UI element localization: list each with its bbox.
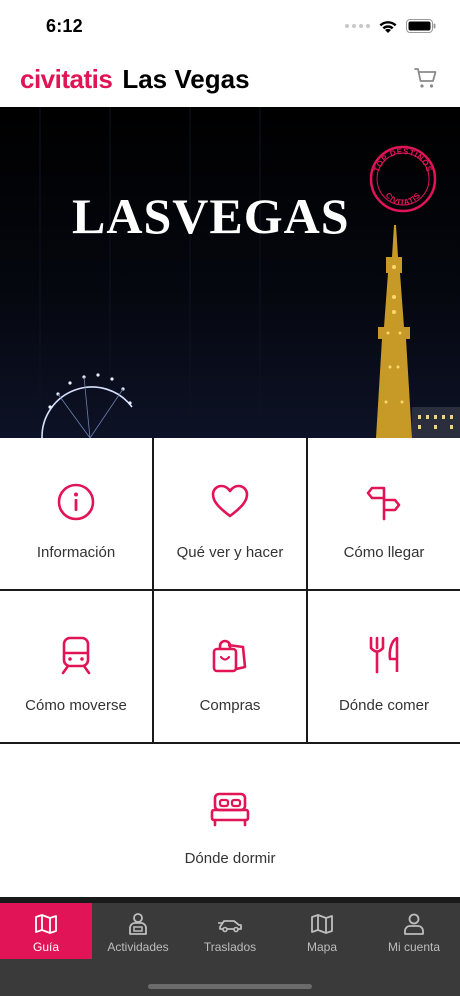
tile-label: Cómo moverse <box>25 697 127 714</box>
guide-menu-grid: Información Qué ver y hacer Cómo llegar <box>0 438 460 897</box>
tile-label: Cómo llegar <box>343 544 425 561</box>
nav-item-mi-cuenta[interactable]: Mi cuenta <box>368 903 460 959</box>
tile-label: Qué ver y hacer <box>176 544 284 561</box>
tile-label: Dónde dormir <box>184 850 276 867</box>
map-icon <box>311 914 333 934</box>
brand-logo[interactable]: civitatis <box>20 64 113 95</box>
svg-text:CIVITATIS: CIVITATIS <box>384 191 423 207</box>
heart-icon <box>210 482 250 522</box>
tile-como-moverse[interactable]: Cómo moverse <box>0 591 152 742</box>
svg-text:TOP DESTINOS: TOP DESTINOS <box>372 147 434 174</box>
wifi-icon <box>379 20 397 33</box>
app-header: civitatis Las Vegas <box>0 52 460 107</box>
tile-label: Información <box>36 544 116 561</box>
tile-donde-dormir[interactable]: Dónde dormir <box>0 744 460 897</box>
hero-banner: LASVEGAS TOP DESTINOS CIVITATIS <box>0 107 460 438</box>
activities-icon <box>129 913 147 935</box>
nav-label: Actividades <box>107 940 169 954</box>
status-icons <box>345 19 436 34</box>
user-icon <box>404 913 424 935</box>
info-icon <box>56 482 96 522</box>
train-icon <box>56 635 96 675</box>
nav-item-actividades[interactable]: Actividades <box>92 903 184 959</box>
nav-label: Mi cuenta <box>387 940 441 954</box>
home-indicator[interactable] <box>148 984 312 989</box>
shopping-bags-icon <box>210 635 250 675</box>
nav-label: Mapa <box>306 940 338 954</box>
tile-compras[interactable]: Compras <box>154 591 306 742</box>
nav-item-mapa[interactable]: Mapa <box>276 903 368 959</box>
nav-item-guia[interactable]: Guía <box>0 903 92 959</box>
status-time: 6:12 <box>46 15 83 36</box>
status-bar: 6:12 <box>0 0 460 52</box>
tile-label: Compras <box>199 697 261 714</box>
cart-icon[interactable] <box>414 66 438 90</box>
tile-informacion[interactable]: Información <box>0 438 152 589</box>
fork-knife-icon <box>364 635 404 675</box>
map-guide-icon <box>35 914 57 934</box>
tile-como-llegar[interactable]: Cómo llegar <box>308 438 460 589</box>
bottom-navigation: Guía Actividades Traslados Mapa Mi cuent… <box>0 903 460 996</box>
hero-title: LASVEGAS <box>72 188 350 244</box>
tile-donde-comer[interactable]: Dónde comer <box>308 591 460 742</box>
battery-icon <box>406 19 436 33</box>
nav-label: Traslados <box>203 940 257 954</box>
page-title: Las Vegas <box>122 64 250 94</box>
bed-icon <box>210 788 250 828</box>
tile-que-ver-y-hacer[interactable]: Qué ver y hacer <box>154 438 306 589</box>
top-destinos-badge: TOP DESTINOS CIVITATIS <box>369 145 437 213</box>
nav-item-traslados[interactable]: Traslados <box>184 903 276 959</box>
signpost-icon <box>364 482 404 522</box>
signal-icon <box>345 24 370 28</box>
nav-label: Guía <box>32 940 59 954</box>
transfer-car-icon <box>218 920 242 933</box>
tile-label: Dónde comer <box>338 697 430 714</box>
